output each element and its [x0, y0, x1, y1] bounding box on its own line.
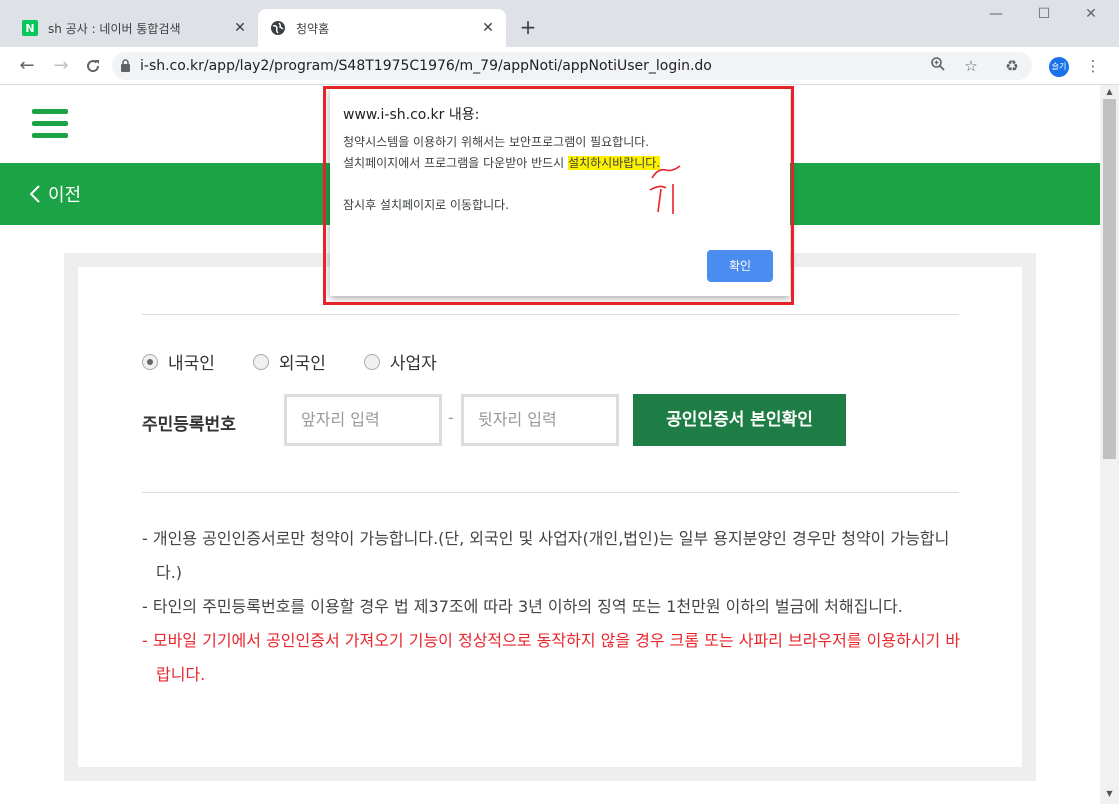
notice-item: - 타인의 주민등록번호를 이용할 경우 법 제37조에 따라 3년 이하의 징…: [142, 597, 903, 616]
maximize-button[interactable]: ☐: [1024, 6, 1064, 22]
divider: [142, 492, 959, 493]
address-bar[interactable]: i-sh.co.kr/app/lay2/program/S48T1975C197…: [112, 52, 1032, 80]
login-panel-frame: 내국인 외국인 사업자 주민등록번호 앞자리 입력 - 뒷자리 입력 공인인증서…: [64, 253, 1036, 781]
certificate-verify-button[interactable]: 공인인증서 본인확인: [633, 394, 846, 446]
radio-domestic-circle[interactable]: [142, 353, 158, 370]
hamburger-menu-icon[interactable]: [32, 109, 68, 141]
tab-naver-search[interactable]: N sh 공사 : 네이버 통합검색 ✕: [10, 9, 258, 47]
tab-title: sh 공사 : 네이버 통합검색: [48, 21, 181, 36]
tab-cheongyak-home[interactable]: 청약홈 ✕: [258, 9, 506, 47]
resident-number-label: 주민등록번호: [142, 415, 236, 435]
resident-number-front-input[interactable]: 앞자리 입력: [284, 394, 442, 446]
radio-foreigner[interactable]: 외국인: [252, 349, 326, 374]
close-window-button[interactable]: ✕: [1071, 6, 1111, 22]
radio-label: 내국인: [168, 354, 215, 374]
scroll-up-arrow-icon[interactable]: ▲: [1100, 87, 1119, 96]
radio-business[interactable]: 사업자: [363, 349, 437, 374]
reload-icon[interactable]: [80, 53, 106, 79]
separator-dash: -: [448, 408, 454, 427]
radio-domestic[interactable]: 내국인: [142, 349, 215, 374]
user-type-radio-group: 내국인 외국인 사업자: [142, 349, 475, 374]
divider: [142, 314, 959, 315]
notice-list: - 개인용 공인인증서로만 청약이 가능합니다.(단, 외국인 및 사업자(개인…: [142, 522, 972, 692]
browser-toolbar: ← → i-sh.co.kr/app/lay2/program/S48T1975…: [0, 47, 1119, 85]
chevron-left-icon: [30, 185, 40, 203]
annotation-arrow-scribble: [649, 165, 681, 214]
radio-business-circle[interactable]: [363, 353, 380, 370]
tab-title: 청약홈: [296, 21, 330, 36]
close-tab-icon[interactable]: ✕: [478, 20, 498, 36]
back-arrow-icon[interactable]: ←: [14, 53, 40, 79]
menu-dots-icon[interactable]: ⋮: [1083, 56, 1103, 76]
zoom-icon[interactable]: [928, 56, 948, 76]
back-label: 이전: [48, 185, 82, 206]
globe-icon: [270, 20, 286, 36]
annotation-red-box: [323, 86, 794, 305]
login-panel: 내국인 외국인 사업자 주민등록번호 앞자리 입력 - 뒷자리 입력 공인인증서…: [78, 267, 1022, 767]
bookmark-star-icon[interactable]: ☆: [961, 56, 981, 76]
page-scrollbar[interactable]: ▲ ▼: [1100, 85, 1119, 804]
notice-item: - 개인용 공인인증서로만 청약이 가능합니다.(단, 외국인 및 사업자(개인…: [142, 529, 950, 582]
naver-icon: N: [22, 20, 38, 36]
radio-label: 사업자: [389, 354, 437, 374]
resident-number-back-input[interactable]: 뒷자리 입력: [461, 394, 619, 446]
scrollbar-thumb[interactable]: [1103, 99, 1116, 459]
radio-label: 외국인: [278, 354, 326, 374]
extension-recycle-icon[interactable]: ♻: [1002, 56, 1022, 76]
url-text: i-sh.co.kr/app/lay2/program/S48T1975C197…: [140, 58, 712, 74]
minimize-button[interactable]: —: [976, 6, 1016, 22]
radio-foreigner-circle[interactable]: [252, 353, 269, 370]
scroll-down-arrow-icon[interactable]: ▼: [1100, 789, 1119, 798]
notice-item-warning: - 모바일 기기에서 공인인증서 가져오기 기능이 정상적으로 동작하지 않을 …: [142, 631, 961, 684]
new-tab-button[interactable]: +: [514, 13, 542, 41]
close-tab-icon[interactable]: ✕: [230, 20, 250, 36]
back-link[interactable]: 이전: [30, 181, 81, 207]
lock-icon: [120, 57, 132, 76]
forward-arrow-icon[interactable]: →: [48, 53, 74, 79]
profile-avatar[interactable]: 슬기: [1049, 57, 1069, 77]
browser-tab-strip: N sh 공사 : 네이버 통합검색 ✕ 청약홈 ✕ + — ☐ ✕: [0, 0, 1119, 47]
